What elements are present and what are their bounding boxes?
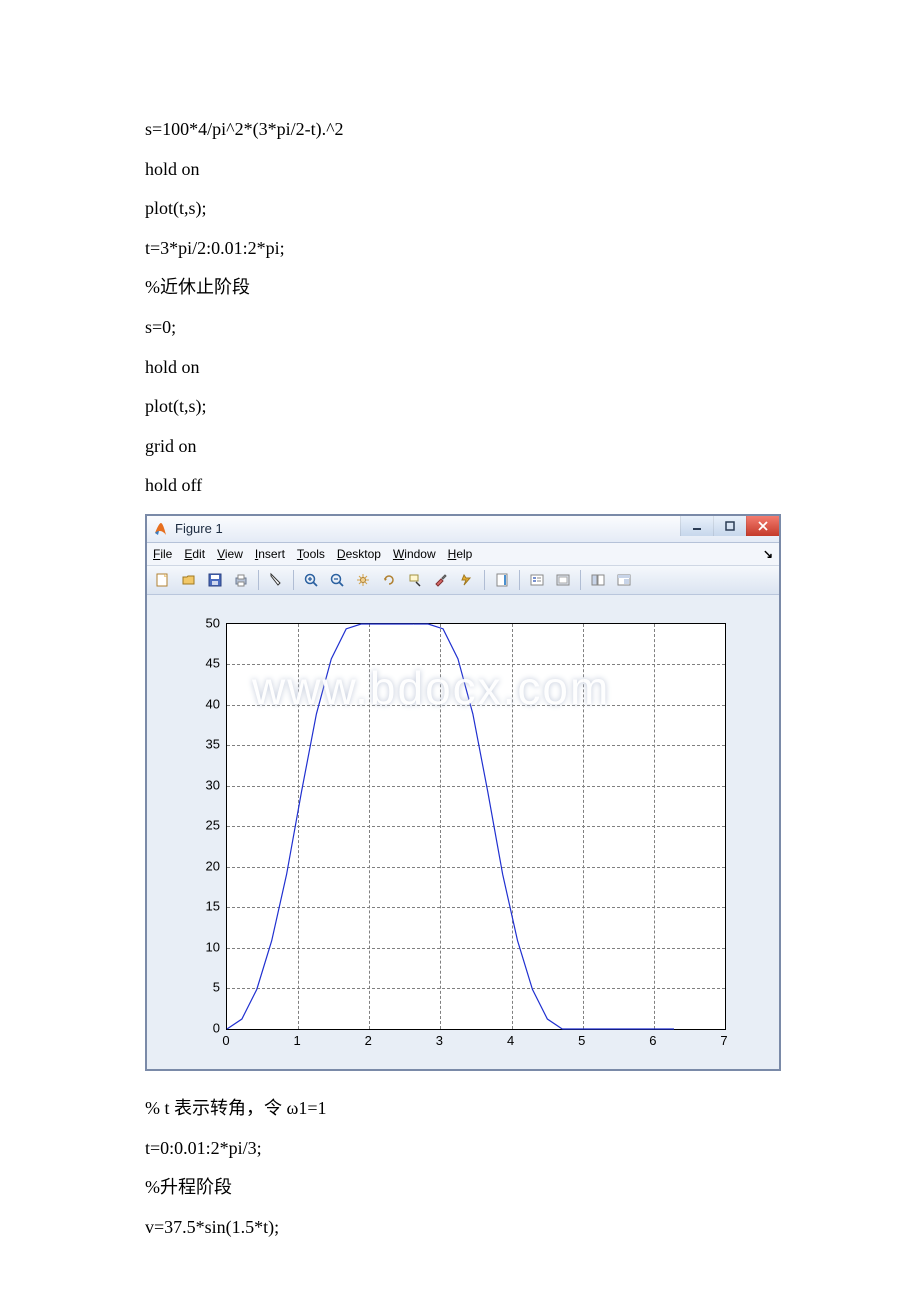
code-above: s=100*4/pi^2*(3*pi/2-t).^2 hold on plot(… — [145, 110, 775, 506]
link-data-icon[interactable] — [455, 568, 479, 592]
xtick-label: 5 — [578, 1033, 585, 1048]
insert-legend-icon[interactable] — [525, 568, 549, 592]
window-buttons — [680, 516, 779, 536]
axes[interactable] — [226, 623, 726, 1030]
titlebar: Figure 1 — [147, 516, 779, 543]
menu-window[interactable]: Window — [393, 547, 436, 561]
toolbar-separator — [580, 570, 581, 590]
menubar: File Edit View Insert Tools Desktop Wind… — [147, 543, 779, 566]
rotate-icon[interactable] — [377, 568, 401, 592]
zoom-out-icon[interactable] — [325, 568, 349, 592]
xtick-label: 1 — [293, 1033, 300, 1048]
maximize-button[interactable] — [713, 516, 746, 536]
code-line: plot(t,s); — [145, 189, 775, 229]
code-line: hold on — [145, 150, 775, 190]
colorbar-icon[interactable] — [490, 568, 514, 592]
code-line: s=0; — [145, 308, 775, 348]
figure-toolbar — [147, 566, 779, 595]
xtick-label: 4 — [507, 1033, 514, 1048]
xtick-label: 3 — [436, 1033, 443, 1048]
toolbar-separator — [519, 570, 520, 590]
menu-tools[interactable]: Tools — [297, 547, 325, 561]
ytick-label: 15 — [188, 899, 220, 914]
code-line: v=37.5*sin(1.5*t); — [145, 1208, 775, 1248]
minimize-button[interactable] — [680, 516, 713, 536]
pan-icon[interactable] — [351, 568, 375, 592]
ytick-label: 5 — [188, 980, 220, 995]
window-title: Figure 1 — [175, 521, 223, 536]
ytick-label: 20 — [188, 858, 220, 873]
ytick-label: 30 — [188, 777, 220, 792]
print-icon[interactable] — [229, 568, 253, 592]
code-line: t=3*pi/2:0.01:2*pi; — [145, 229, 775, 269]
xtick-label: 7 — [720, 1033, 727, 1048]
toolbar-separator — [258, 570, 259, 590]
plot-curve — [227, 624, 725, 1029]
menu-help[interactable]: Help — [448, 547, 473, 561]
code-below: % t 表示转角，令 ω1=1 t=0:0.01:2*pi/3; %升程阶段 v… — [145, 1089, 775, 1247]
code-line: s=100*4/pi^2*(3*pi/2-t).^2 — [145, 110, 775, 150]
code-line: hold on — [145, 348, 775, 388]
ytick-label: 25 — [188, 818, 220, 833]
hide-plot-tools-icon[interactable] — [551, 568, 575, 592]
new-figure-icon[interactable] — [151, 568, 175, 592]
toolbar-separator — [293, 570, 294, 590]
zoom-in-icon[interactable] — [299, 568, 323, 592]
matlab-logo-icon — [153, 521, 169, 537]
menu-insert[interactable]: Insert — [255, 547, 285, 561]
save-icon[interactable] — [203, 568, 227, 592]
menu-file[interactable]: File — [153, 547, 172, 561]
dock-figure-icon[interactable] — [612, 568, 636, 592]
dock-icon[interactable]: ↘ — [763, 547, 773, 561]
data-cursor-icon[interactable] — [403, 568, 427, 592]
menu-view[interactable]: View — [217, 547, 243, 561]
code-line: grid on — [145, 427, 775, 467]
close-button[interactable] — [746, 516, 779, 536]
code-line: %近休止阶段 — [145, 268, 775, 308]
open-icon[interactable] — [177, 568, 201, 592]
code-line: %升程阶段 — [145, 1168, 775, 1208]
ytick-label: 45 — [188, 656, 220, 671]
ytick-label: 35 — [188, 737, 220, 752]
toolbar-separator — [484, 570, 485, 590]
ytick-label: 40 — [188, 696, 220, 711]
ytick-label: 50 — [188, 615, 220, 630]
edit-plot-icon[interactable] — [264, 568, 288, 592]
plot-area: www.bdocx.com 0 5 10 15 20 25 30 35 40 4… — [147, 595, 779, 1069]
ytick-label: 0 — [188, 1020, 220, 1035]
figure-window: Figure 1 File Edit View Insert Tools Des… — [145, 514, 781, 1071]
ytick-label: 10 — [188, 939, 220, 954]
xtick-label: 6 — [649, 1033, 656, 1048]
show-plot-tools-icon[interactable] — [586, 568, 610, 592]
code-line: hold off — [145, 466, 775, 506]
code-line: % t 表示转角，令 ω1=1 — [145, 1089, 775, 1129]
menu-edit[interactable]: Edit — [184, 547, 205, 561]
brush-icon[interactable] — [429, 568, 453, 592]
xtick-label: 0 — [222, 1033, 229, 1048]
xtick-label: 2 — [365, 1033, 372, 1048]
menu-desktop[interactable]: Desktop — [337, 547, 381, 561]
code-line: plot(t,s); — [145, 387, 775, 427]
code-line: t=0:0.01:2*pi/3; — [145, 1129, 775, 1169]
